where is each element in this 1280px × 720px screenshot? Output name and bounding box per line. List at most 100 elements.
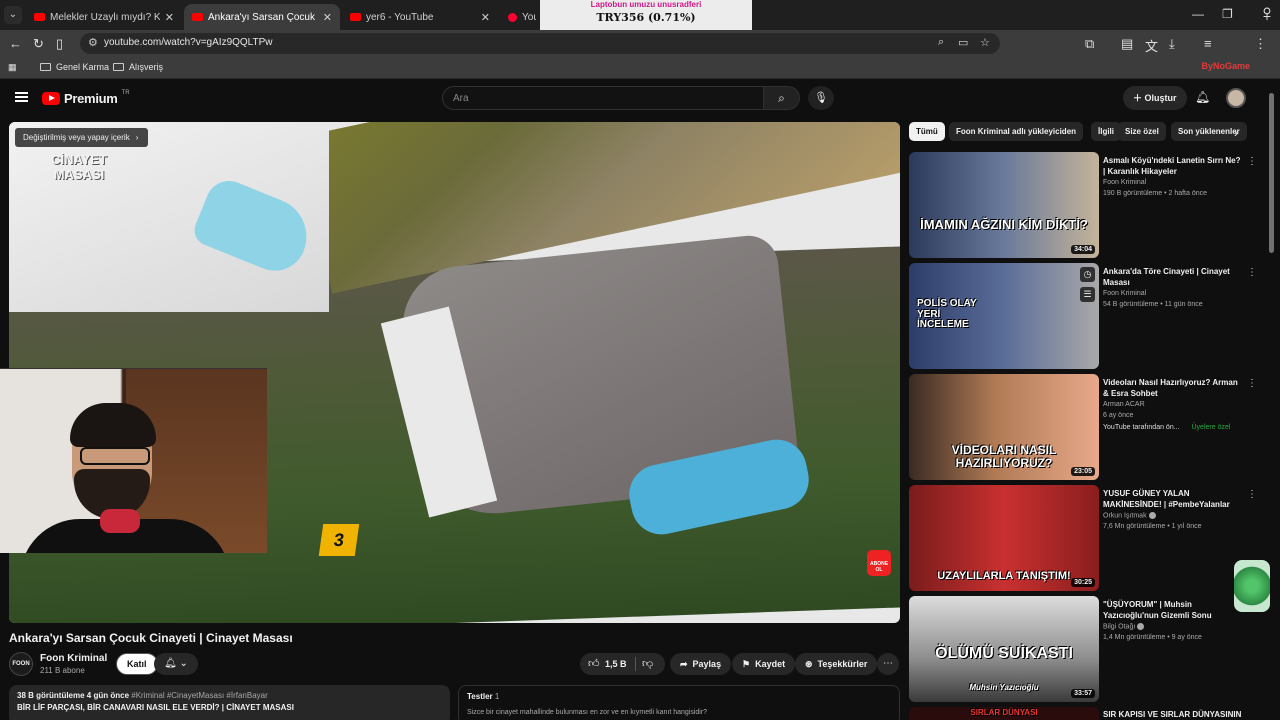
recommendation-channel[interactable]: Arman ACAR (1103, 401, 1145, 408)
search-input[interactable]: Ara (442, 86, 764, 110)
description-box[interactable]: 38 B görüntüleme 4 gün önce #Kriminal #C… (9, 685, 450, 720)
recommendation-channel[interactable]: Foon Kriminal (1103, 290, 1146, 297)
bookmark-star-icon[interactable]: ☆ (980, 36, 990, 49)
like-icon[interactable]: 👍︎ (588, 657, 600, 670)
recommendation-meta: 1,4 Mn görüntüleme • 9 ay önce (1103, 634, 1202, 641)
create-button[interactable]: ＋ Oluştur (1123, 86, 1187, 110)
like-divider (635, 657, 636, 671)
minimize-icon[interactable]: — (1192, 7, 1204, 21)
maximize-icon[interactable]: ❐ (1222, 7, 1233, 21)
chip-related[interactable]: İlgili (1091, 122, 1121, 141)
video-thumbnail[interactable]: ÖLÜMÜ SUİKASTI Muhsin Yazıcıoğlu 33:57 (909, 596, 1099, 702)
recommendation-title: Videoları Nasıl Hazırlıyoruz? Arman & Es… (1103, 378, 1238, 398)
recommendation-item[interactable]: POLİS OLAY YERİ İNCELEME ◷ ☰ Ankara'da T… (909, 263, 1259, 369)
save-button[interactable]: ⚑ Kaydet (732, 653, 796, 675)
recommendation-item[interactable]: SIRLAR DÜNYASI SIR KAPISI VE SIRLAR DÜNY… (909, 707, 1259, 720)
browser-tab[interactable]: Melekler Uzaylı mıydı? Kadim M ✕ (26, 4, 182, 30)
dislike-icon[interactable]: 👎︎ (642, 657, 653, 670)
video-thumbnail[interactable]: UZAYLILARLA TANIŞTIM! 30:25 (909, 485, 1099, 591)
extensions-puzzle-icon[interactable]: ⧉ (1085, 36, 1094, 52)
share-button[interactable]: ➦ Paylaş (670, 653, 732, 675)
browser-tab[interactable]: yer6 - YouTube ✕ (342, 4, 498, 30)
sidebar-toggle-icon[interactable]: ▯ (56, 36, 63, 52)
recommendation-channel[interactable]: Foon Kriminal (1103, 179, 1146, 186)
duration-badge: 30:25 (1071, 578, 1095, 587)
browser-tab[interactable]: YouTube (500, 4, 544, 30)
url-text: youtube.com/watch?v=gAIz9QQLTPw (104, 37, 273, 48)
video-thumbnail[interactable]: POLİS OLAY YERİ İNCELEME ◷ ☰ (909, 263, 1099, 369)
browser-menu-icon[interactable]: ⋮ (1254, 36, 1267, 52)
tab-search-chevron-icon[interactable]: ⌄ (4, 6, 22, 24)
duration-badge: 34:04 (1071, 245, 1095, 254)
youtube-icon (350, 13, 361, 21)
more-vert-icon[interactable]: ⋮ (1247, 156, 1257, 167)
chip-all[interactable]: Tümü (909, 122, 945, 141)
bookmark-folder[interactable]: Alışveriş (113, 62, 163, 72)
more-vert-icon[interactable]: ⋮ (1247, 267, 1257, 278)
recommendation-channel[interactable]: Orkun Işıtmak (1103, 512, 1156, 519)
notifications-bell-icon[interactable]: 🔔︎ (1195, 90, 1210, 104)
tab-close-icon[interactable]: ✕ (323, 11, 332, 24)
more-vert-icon[interactable]: ⋮ (1247, 489, 1257, 500)
recommendation-item[interactable]: ÖLÜMÜ SUİKASTI Muhsin Yazıcıoğlu 33:57 "… (909, 596, 1259, 702)
zoom-icon[interactable]: ⌕ (938, 36, 944, 49)
more-vert-icon[interactable]: ⋮ (1247, 378, 1257, 389)
channel-name[interactable]: Foon Kriminal (40, 653, 107, 664)
recommendation-channel[interactable]: Bilgi Otağı (1103, 623, 1145, 630)
tab-close-icon[interactable]: ✕ (165, 11, 174, 24)
video-thumbnail[interactable]: SIRLAR DÜNYASI (909, 707, 1099, 720)
scrollbar-thumb[interactable] (1269, 93, 1274, 253)
thanks-button[interactable]: ⊛ Teşekkürler (795, 653, 878, 675)
subscribe-watermark[interactable]: ABONE OL (867, 550, 891, 576)
recommendation-meta: 6 ay önce (1103, 412, 1134, 419)
hashtags[interactable]: #Kriminal #CinayetMasası #İrfanBayar (131, 691, 268, 700)
ticker-value: TRY356 (0.71%) (596, 11, 696, 24)
subscription-bell-button[interactable]: 🔔︎ ⌄ (154, 653, 198, 675)
recommendation-meta-2: YouTube tarafından ön... Üyelere özel (1103, 424, 1230, 431)
video-thumbnail[interactable]: VİDEOLARI NASIL HAZIRLIYORUZ? 23:05 (909, 374, 1099, 480)
reload-icon[interactable]: ↻ (33, 36, 44, 52)
more-actions-icon[interactable]: ⋯ (877, 653, 899, 675)
quiz-box[interactable]: Testler 1 Sizce bir cinayet mahallinde b… (458, 685, 900, 720)
download-icon[interactable]: ⤓ (1169, 36, 1175, 52)
bookmark-folder[interactable]: Genel Karma (40, 62, 109, 72)
channel-avatar[interactable]: FOON (9, 652, 33, 676)
tab-close-icon[interactable]: ✕ (481, 11, 490, 24)
media-control-icon[interactable]: ≡ (1204, 36, 1212, 51)
cinayet-masasi-logo: CİNAYET MASASI (51, 152, 107, 182)
hamburger-menu-icon[interactable] (15, 92, 28, 102)
chip-from-uploader[interactable]: Foon Kriminal adlı yükleyiciden (949, 122, 1084, 141)
browser-tab-active[interactable]: Ankara'yı Sarsan Çocuk Cinayeti ✕ (184, 4, 340, 30)
youtube-premium-logo[interactable]: Premium TR (42, 90, 130, 106)
webcam-microphone (100, 509, 140, 533)
share-icon: ➦ (680, 659, 688, 669)
bookmarks-bar: ▦ Genel Karma Alışveriş ByNoGame (0, 57, 1280, 79)
thumbnail-text: SIRLAR DÜNYASI (970, 708, 1038, 717)
search-icon[interactable]: ⌕ (764, 86, 800, 110)
join-button[interactable]: Katıl (116, 653, 158, 675)
price-ticker-overlay: Laptobun umuzu unusradferi TRY356 (0.71%… (540, 0, 752, 30)
apps-grid-icon[interactable]: ▦ (8, 62, 17, 73)
altered-content-chip[interactable]: Değiştirilmiş veya yapay içerik › (15, 128, 149, 147)
recommendation-item[interactable]: VİDEOLARI NASIL HAZIRLIYORUZ? 23:05 Vide… (909, 374, 1259, 480)
site-info-icon[interactable]: ⚙ (88, 36, 98, 49)
translate-icon[interactable]: 文 (1145, 36, 1158, 55)
save-icon: ⚑ (742, 659, 751, 669)
watch-later-icon[interactable]: ◷ (1080, 267, 1095, 282)
recommendation-item[interactable]: UZAYLILARLA TANIŞTIM! 30:25 YUSUF GÜNEY … (909, 485, 1259, 591)
cast-icon[interactable]: ▭ (958, 36, 968, 49)
quiz-question: Sizce bir cinayet mahallinde bulunması e… (467, 709, 708, 716)
back-icon[interactable]: ← (9, 36, 22, 51)
recommendation-title: "ÜŞÜYORUM" | Muhsin Yazıcıoğlu'nun Gizem… (1103, 600, 1212, 620)
quiz-title: Testler (467, 692, 493, 701)
url-field[interactable]: ⚙ youtube.com/watch?v=gAIz9QQLTPw ⌕ ▭ ☆ (80, 33, 1000, 54)
chips-next-chevron-icon[interactable]: › (1234, 126, 1238, 140)
voice-search-mic-icon[interactable]: 🎙︎ (808, 86, 834, 110)
account-avatar[interactable] (1226, 88, 1246, 108)
recommendation-item[interactable]: İMAMIN AĞZINI KİM DİKTİ? 34:04 Asmalı Kö… (909, 152, 1259, 258)
video-thumbnail[interactable]: İMAMIN AĞZINI KİM DİKTİ? 34:04 (909, 152, 1099, 258)
folder-icon (113, 63, 124, 71)
tab-search-icon[interactable]: ▤ (1121, 36, 1133, 52)
chip-for-you[interactable]: Size özel (1118, 122, 1166, 141)
add-to-queue-icon[interactable]: ☰ (1080, 287, 1095, 302)
